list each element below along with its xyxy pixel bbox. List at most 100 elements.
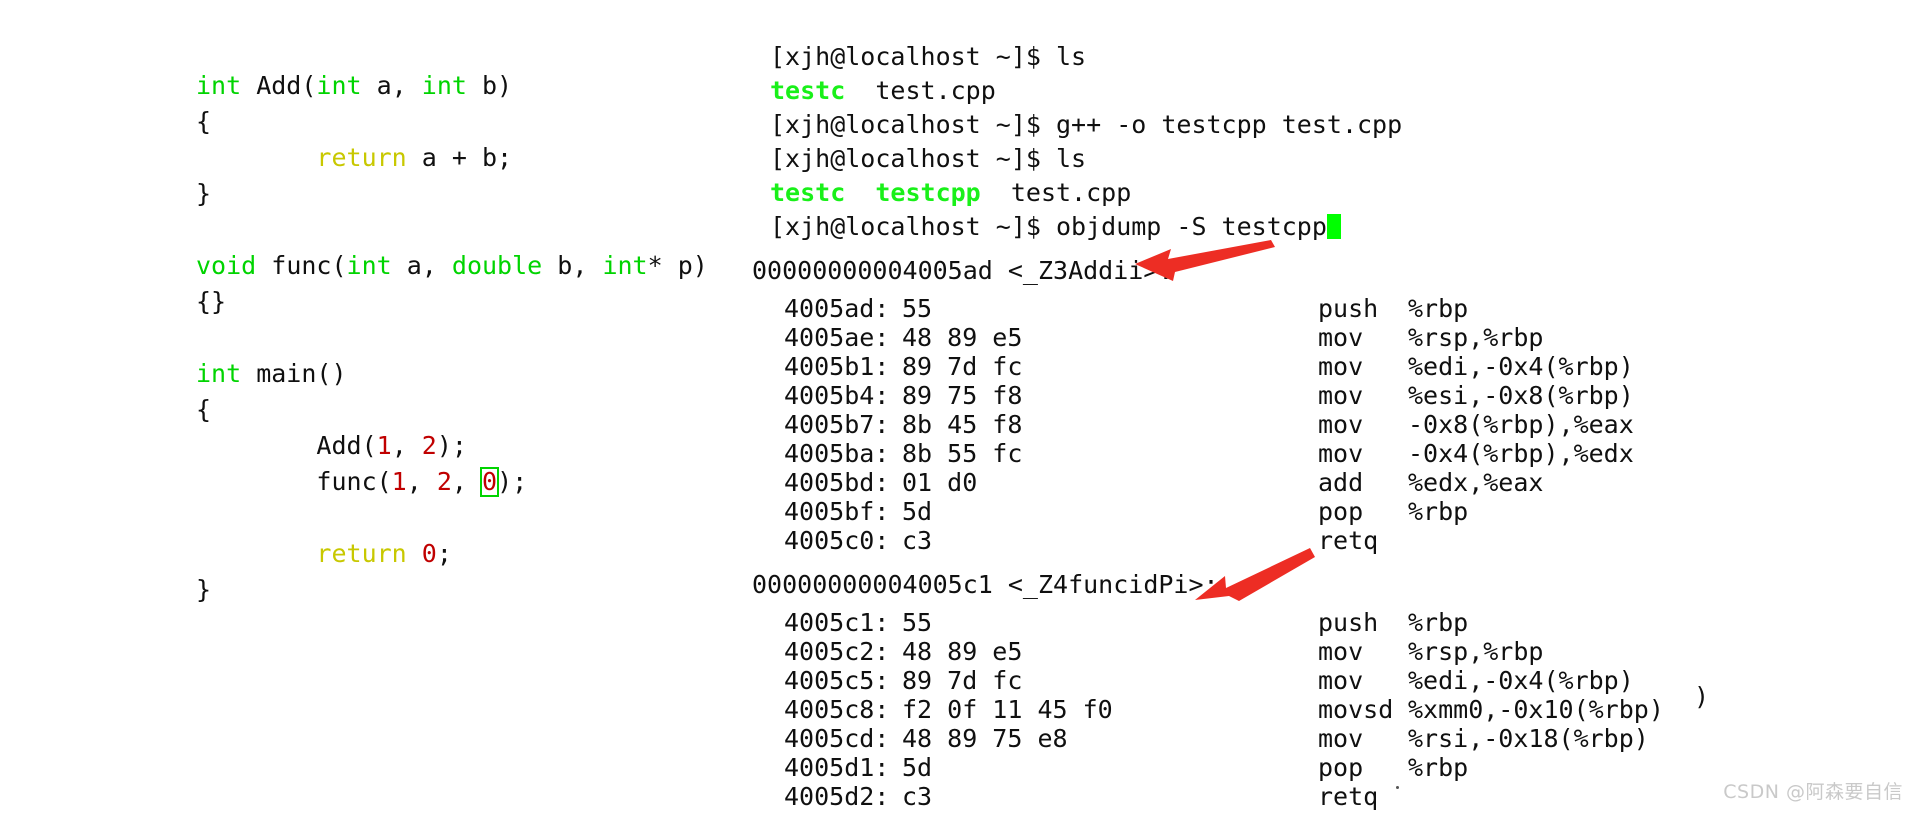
terminal-prompt: [xjh@localhost ~]$ <box>770 144 1056 173</box>
terminal-file-name: test.cpp <box>845 76 996 105</box>
terminal-command-line[interactable]: [xjh@localhost ~]$ ls <box>770 142 1830 176</box>
instruction-mnemonic: pop <box>1318 753 1364 782</box>
instruction-bytes: 8b 55 fc <box>902 439 1023 468</box>
source-token: a, <box>391 251 452 280</box>
source-line: Add(1, 2); <box>196 428 756 464</box>
disassembly-row: 4005ae: 48 89 e5 mov %rsp,%rbp <box>752 323 1634 352</box>
source-line: {} <box>196 284 756 320</box>
instruction-bytes: 89 7d fc <box>902 352 1023 381</box>
source-token: return <box>316 539 407 568</box>
stray-paren-artifact: ) <box>1694 682 1710 711</box>
source-line: int Add(int a, int b) <box>196 68 756 104</box>
arrow-to-func-symbol-icon <box>1195 548 1315 601</box>
instruction-address: 4005cd: <box>784 724 890 753</box>
instruction-operands: %rbp <box>1408 497 1469 526</box>
disassembly-block-add: 00000000004005ad <_Z3Addii>: 4005ad: 55 pus… <box>752 256 1634 555</box>
source-token: a + b; <box>406 143 513 172</box>
source-token: void <box>196 251 257 280</box>
terminal-command-text: objdump -S testcpp <box>1055 212 1327 241</box>
clipped-terminal-row-text: [xjh@localhost ~]$ objdump -S testcpp <box>800 208 1357 212</box>
source-token: , <box>406 467 437 496</box>
terminal-command-text: ls <box>1055 42 1087 71</box>
instruction-operands: %rsp,%rbp <box>1408 323 1544 352</box>
instruction-mnemonic: push <box>1318 294 1379 323</box>
instruction-address: 4005b7: <box>784 410 890 439</box>
instruction-bytes: 01 d0 <box>902 468 978 497</box>
source-token: func( <box>196 467 392 496</box>
instruction-address: 4005c2: <box>784 637 890 666</box>
source-line: } <box>196 176 756 212</box>
source-token: int <box>346 251 392 280</box>
source-token: Add( <box>196 431 377 460</box>
source-token: { <box>196 107 212 136</box>
source-token: } <box>196 575 212 604</box>
instruction-operands: %rbp <box>1408 294 1469 323</box>
disassembly-row: 4005c2: 48 89 e5 mov %rsp,%rbp <box>752 637 1664 666</box>
instruction-address: 4005d2: <box>784 782 890 811</box>
disassembly-row: 4005b7: 8b 45 f8 mov -0x8(%rbp),%eax <box>752 410 1634 439</box>
disassembly-row: 4005cd: 48 89 75 e8 mov %rsi,-0x18(%rbp) <box>752 724 1664 753</box>
source-token <box>196 539 316 568</box>
disassembly-row: 4005c5: 89 7d fc mov %edi,-0x4(%rbp) <box>752 666 1664 695</box>
source-token: a, <box>361 71 422 100</box>
instruction-bytes: 8b 45 f8 <box>902 410 1023 439</box>
instruction-address: 4005ae: <box>784 323 890 352</box>
source-token: 0 <box>480 467 500 497</box>
instruction-address: 4005c5: <box>784 666 890 695</box>
source-token: * p) <box>647 251 708 280</box>
instruction-bytes: c3 <box>902 782 933 811</box>
terminal-prompt: [xjh@localhost ~]$ <box>770 212 1056 241</box>
instruction-bytes: 5d <box>902 753 933 782</box>
instruction-address: 4005c0: <box>784 526 890 555</box>
instruction-address: 4005c8: <box>784 695 890 724</box>
instruction-mnemonic: mov <box>1318 637 1364 666</box>
source-token: int <box>316 71 362 100</box>
instruction-mnemonic: retq <box>1318 782 1379 811</box>
instruction-operands: %rsi,-0x18(%rbp) <box>1408 724 1649 753</box>
instruction-operands: %edi,-0x4(%rbp) <box>1408 352 1634 381</box>
instruction-operands: %rbp <box>1408 608 1469 637</box>
source-token: main() <box>241 359 347 388</box>
terminal-command-text: g++ -o testcpp test.cpp <box>1055 110 1403 139</box>
source-token: { <box>196 395 212 424</box>
source-line <box>196 320 756 356</box>
instruction-mnemonic: push <box>1318 608 1379 637</box>
instruction-bytes: 48 89 e5 <box>902 637 1023 666</box>
instruction-mnemonic: mov <box>1318 666 1364 695</box>
terminal-output-line: testc test.cpp <box>770 74 1830 108</box>
arrow-to-add-symbol-icon <box>1135 240 1275 281</box>
instruction-address: 4005ba: <box>784 439 890 468</box>
source-line: { <box>196 392 756 428</box>
instruction-mnemonic: pop <box>1318 497 1364 526</box>
instruction-mnemonic: mov <box>1318 352 1364 381</box>
terminal-command-line[interactable]: [xjh@localhost ~]$ objdump -S testcpp <box>770 210 1830 244</box>
source-token: ; <box>436 539 452 568</box>
instruction-address: 4005b4: <box>784 381 890 410</box>
source-token: 2 <box>436 467 452 496</box>
source-token: {} <box>196 287 227 316</box>
source-token: 1 <box>391 467 407 496</box>
source-token: return <box>316 143 407 172</box>
terminal-command-line[interactable]: [xjh@localhost ~]$ g++ -o testcpp test.c… <box>770 108 1830 142</box>
instruction-mnemonic: mov <box>1318 439 1364 468</box>
source-code-pane: int Add(int a, int b) { return a + b;} voi… <box>196 68 756 608</box>
source-token: Add( <box>241 71 317 100</box>
instruction-address: 4005d1: <box>784 753 890 782</box>
instruction-bytes: 89 75 f8 <box>902 381 1023 410</box>
source-token: } <box>196 179 212 208</box>
instruction-address: 4005bf: <box>784 497 890 526</box>
source-token: func( <box>256 251 347 280</box>
instruction-address: 4005b1: <box>784 352 890 381</box>
source-line: func(1, 2, 0); <box>196 464 756 500</box>
instruction-mnemonic: mov <box>1318 724 1364 753</box>
source-token <box>196 143 316 172</box>
instruction-operands: %rbp <box>1408 753 1469 782</box>
source-token: 1 <box>376 431 392 460</box>
source-line: } <box>196 572 756 608</box>
instruction-bytes: 48 89 e5 <box>902 323 1023 352</box>
source-line: return a + b; <box>196 140 756 176</box>
terminal-command-line[interactable]: [xjh@localhost ~]$ ls <box>770 40 1830 74</box>
terminal-cursor <box>1326 214 1341 239</box>
instruction-operands: %rsp,%rbp <box>1408 637 1544 666</box>
instruction-address: 4005bd: <box>784 468 890 497</box>
